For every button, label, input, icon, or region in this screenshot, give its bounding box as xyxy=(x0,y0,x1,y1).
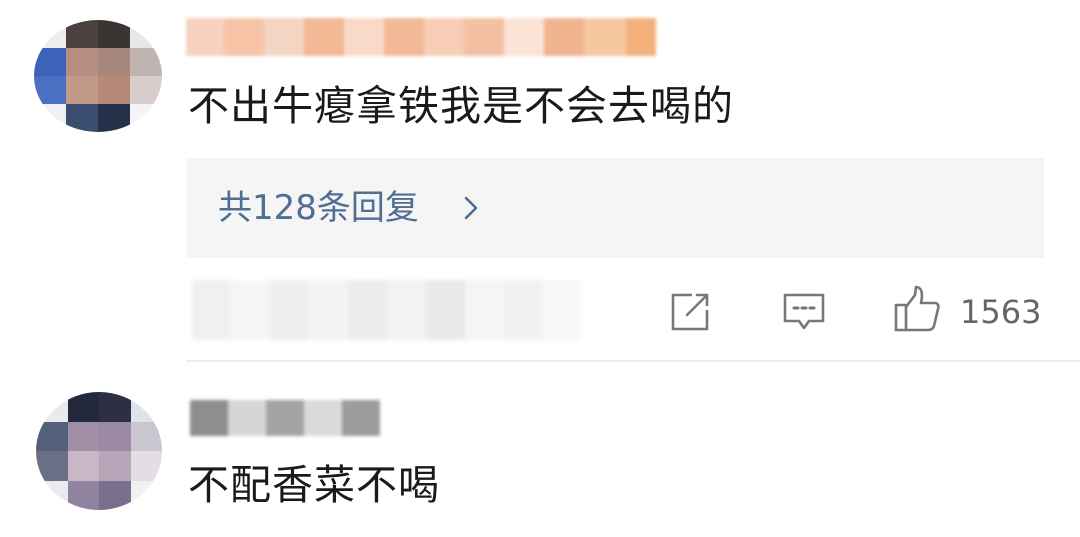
comment-item: 不配香菜不喝 xyxy=(0,0,1080,537)
username-obscured[interactable] xyxy=(190,400,380,436)
comment-text: 不配香菜不喝 xyxy=(188,461,440,509)
avatar[interactable] xyxy=(36,392,162,510)
